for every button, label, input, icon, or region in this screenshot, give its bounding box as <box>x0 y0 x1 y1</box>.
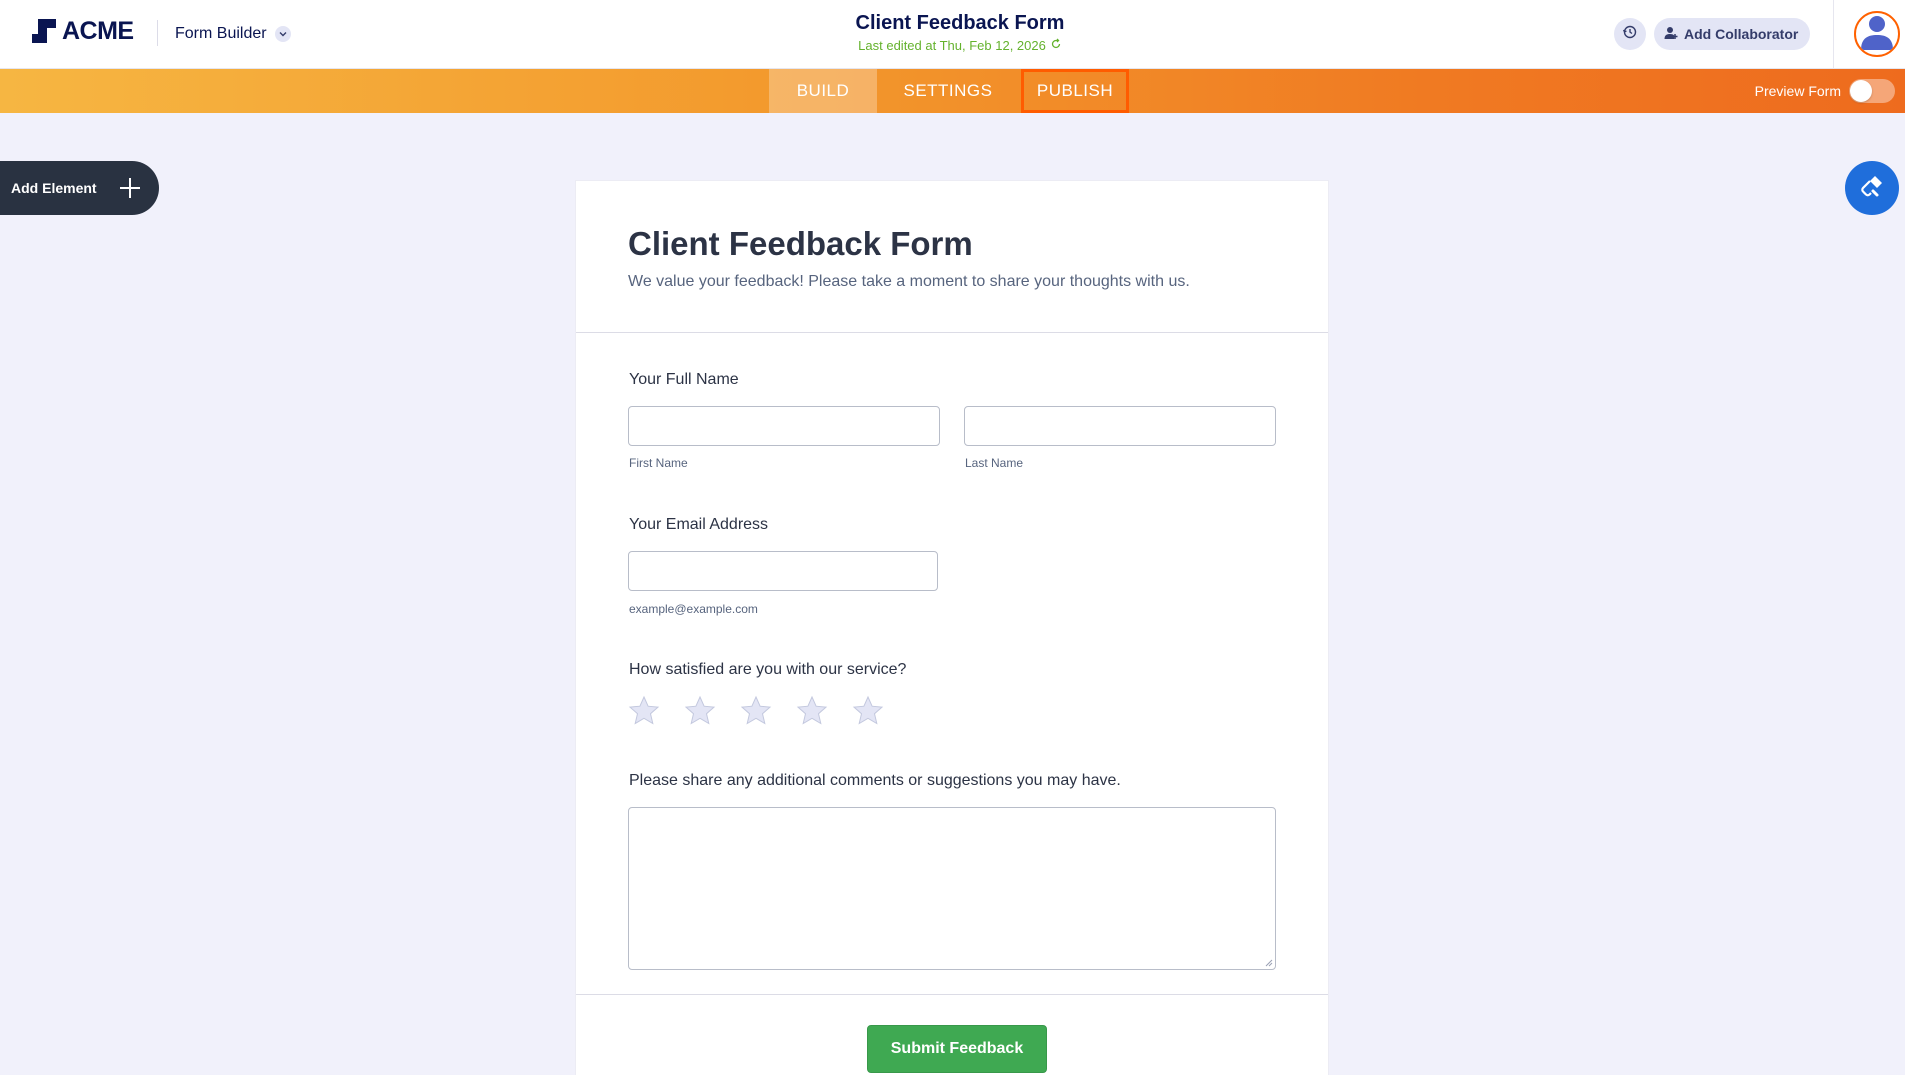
acme-logo-icon <box>30 17 58 45</box>
document-title[interactable]: Client Feedback Form <box>760 12 1160 35</box>
app-switcher-label: Form Builder <box>175 25 267 42</box>
form-designer-button[interactable] <box>1845 161 1899 215</box>
acme-logo[interactable]: ACME <box>30 17 134 45</box>
logo-text: ACME <box>62 16 134 45</box>
form-title[interactable]: Client Feedback Form <box>628 225 1276 263</box>
history-icon <box>1622 24 1638 45</box>
preview-form-toggle[interactable] <box>1849 79 1895 103</box>
form-header[interactable]: Client Feedback Form We value your feedb… <box>576 181 1328 333</box>
star-icon[interactable] <box>684 695 716 727</box>
star-icon[interactable] <box>796 695 828 727</box>
tab-publish[interactable]: PUBLISH <box>1021 69 1129 113</box>
add-collaborator-button[interactable]: Add Collaborator <box>1654 18 1811 50</box>
refresh-icon[interactable] <box>1050 38 1062 53</box>
paint-roller-icon <box>1859 173 1885 204</box>
header-divider <box>157 20 158 46</box>
toggle-knob <box>1850 80 1872 102</box>
form-subtitle[interactable]: We value your feedback! Please take a mo… <box>628 273 1276 291</box>
star-icon[interactable] <box>628 695 660 727</box>
add-collaborator-label: Add Collaborator <box>1684 26 1799 42</box>
top-header: ACME Form Builder Client Feedback Form L… <box>0 0 1905 69</box>
email-input[interactable] <box>628 551 938 591</box>
history-button[interactable] <box>1614 18 1646 50</box>
last-edited-status: Last edited at Thu, Feb 12, 2026 <box>858 38 1062 53</box>
builder-tabs: BUILD SETTINGS PUBLISH <box>769 69 1129 113</box>
add-element-label: Add Element <box>11 180 97 196</box>
star-icon[interactable] <box>852 695 884 727</box>
add-element-button[interactable]: Add Element <box>0 161 159 215</box>
submit-feedback-button[interactable]: Submit Feedback <box>867 1025 1047 1073</box>
first-name-sublabel: First Name <box>629 456 688 470</box>
star-rating <box>628 695 884 727</box>
rating-label: How satisfied are you with our service? <box>629 661 907 678</box>
comments-label: Please share any additional comments or … <box>629 772 1121 789</box>
comments-textarea[interactable] <box>628 807 1276 970</box>
resize-grip-icon[interactable] <box>1263 957 1273 967</box>
chevron-down-icon <box>274 26 291 42</box>
full-name-label: Your Full Name <box>629 371 739 388</box>
document-title-area: Client Feedback Form Last edited at Thu,… <box>760 12 1160 55</box>
builder-nav-bar: BUILD SETTINGS PUBLISH Preview Form <box>0 69 1905 113</box>
last-edited-text: Last edited at Thu, Feb 12, 2026 <box>858 38 1046 53</box>
last-name-input[interactable] <box>964 406 1276 446</box>
user-avatar-icon <box>1856 13 1898 55</box>
last-name-sublabel: Last Name <box>965 456 1024 470</box>
first-name-input[interactable] <box>628 406 940 446</box>
header-divider-right <box>1833 0 1834 69</box>
preview-form-label: Preview Form <box>1754 83 1841 99</box>
app-switcher[interactable]: Form Builder <box>175 22 291 46</box>
form-footer-divider <box>576 994 1328 995</box>
email-label: Your Email Address <box>629 516 769 533</box>
user-avatar[interactable] <box>1854 11 1900 57</box>
tab-build[interactable]: BUILD <box>769 69 877 113</box>
email-sublabel: example@example.com <box>629 602 758 616</box>
star-icon[interactable] <box>740 695 772 727</box>
form-card: Client Feedback Form We value your feedb… <box>576 181 1328 1075</box>
plus-icon <box>117 175 143 201</box>
preview-form-control: Preview Form <box>1754 79 1895 103</box>
tab-settings[interactable]: SETTINGS <box>877 69 1019 113</box>
add-user-icon <box>1664 26 1678 43</box>
